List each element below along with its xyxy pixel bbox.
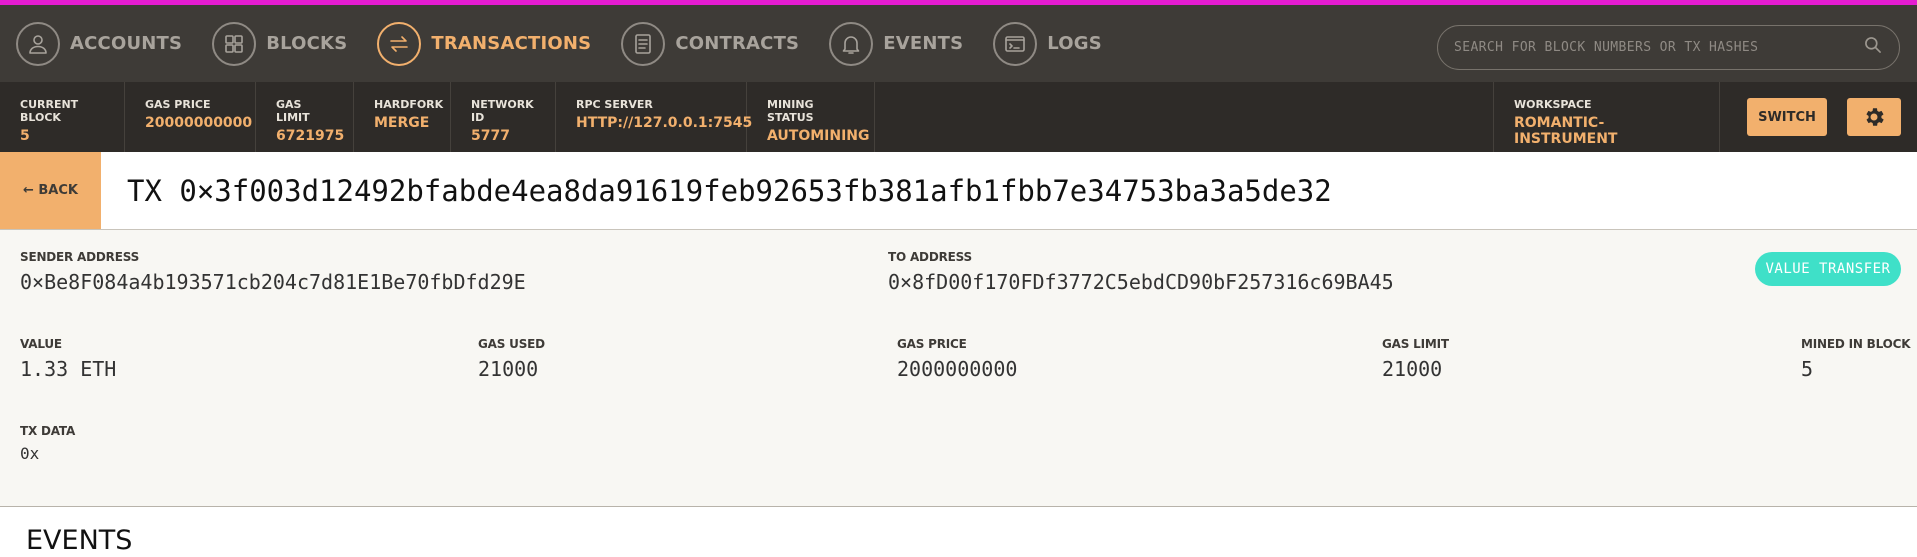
stat-network-id: NETWORK ID 5777 (451, 82, 556, 152)
blocks-icon (212, 21, 257, 66)
nav-transactions[interactable]: TRANSACTIONS (377, 5, 591, 82)
field-label: TX DATA (20, 424, 76, 438)
stat-rpc-server: RPC SERVER HTTP://127.0.0.1:7545 (556, 82, 753, 152)
stat-workspace: WORKSPACE ROMANTIC-INSTRUMENT (1493, 82, 1720, 152)
nav-blocks[interactable]: BLOCKS (212, 5, 347, 82)
stat-title: WORKSPACE (1514, 98, 1592, 111)
tx-data-field: TX DATA 0x (20, 424, 75, 463)
field-label: MINED IN BLOCK (1801, 337, 1911, 351)
stat-current-block: CURRENT BLOCK 5 (0, 82, 125, 152)
stat-gas-limit: GAS LIMIT 6721975 (256, 82, 354, 152)
settings-button[interactable] (1847, 98, 1901, 136)
stat-title: GAS LIMIT (276, 98, 310, 124)
sender-address[interactable]: 0×Be8F084a4b193571cb204c7d81E1Be70fbDfd2… (20, 270, 526, 294)
stat-title: NETWORK ID (471, 98, 534, 124)
nav-label: BLOCKS (266, 33, 348, 54)
nav-contracts[interactable]: CONTRACTS (621, 5, 799, 82)
stat-gas-price: GAS PRICE 20000000000 (125, 82, 256, 152)
transfer-arrows-icon (377, 21, 422, 66)
back-button[interactable]: ← BACK (0, 152, 101, 229)
nav-accounts[interactable]: ACCOUNTS (16, 5, 182, 82)
to-address[interactable]: 0×8fD00f170FDf3772C5ebdCD90bF257316c69BA… (888, 270, 1394, 294)
stat-title: RPC SERVER (576, 98, 653, 111)
nav-label: TRANSACTIONS (431, 33, 592, 54)
stat-value: ROMANTIC-INSTRUMENT (1514, 115, 1618, 147)
stat-value: AUTOMINING (767, 128, 870, 144)
nav-logs[interactable]: LOGS (993, 5, 1102, 82)
stat-title: GAS PRICE (145, 98, 211, 111)
stat-value: 20000000000 (145, 115, 253, 131)
field-value: 0x (20, 444, 40, 463)
search-box (1437, 25, 1900, 70)
gas-used-field: GAS USED 21000 (478, 337, 545, 381)
sender-address-field: SENDER ADDRESS 0×Be8F084a4b193571cb204c7… (20, 250, 526, 294)
status-bar: CURRENT BLOCK 5 GAS PRICE 20000000000 GA… (0, 82, 1917, 152)
stat-value: 5777 (471, 128, 510, 144)
value-field: VALUE 1.33 ETH (20, 337, 116, 381)
nav-events[interactable]: EVENTS (829, 5, 963, 82)
main-nav: ACCOUNTS BLOCKS TRANSACTIONS CONTRACTS E… (0, 5, 1917, 82)
field-value: 21000 (1382, 357, 1443, 381)
tx-type-badge: VALUE TRANSFER (1755, 252, 1901, 286)
nav-label: EVENTS (883, 33, 964, 54)
switch-workspace-button[interactable]: SWITCH (1747, 98, 1827, 136)
stat-title: MINING STATUS (767, 98, 814, 124)
document-icon (621, 21, 666, 66)
gear-icon (1866, 108, 1884, 126)
user-icon (16, 21, 60, 66)
events-heading: EVENTS (26, 525, 133, 556)
stat-hardfork: HARDFORK MERGE (354, 82, 451, 152)
stat-title: HARDFORK (374, 98, 444, 111)
field-value: 1.33 ETH (20, 357, 117, 381)
nav-label: ACCOUNTS (70, 33, 183, 54)
mined-block-link[interactable]: 5 (1801, 357, 1910, 381)
field-value: 2000000000 (897, 357, 1018, 381)
field-label: GAS LIMIT (1382, 337, 1449, 351)
tx-details: SENDER ADDRESS 0×Be8F084a4b193571cb204c7… (0, 230, 1917, 507)
events-section: EVENTS (0, 507, 1917, 557)
gas-limit-field: GAS LIMIT 21000 (1382, 337, 1449, 381)
stat-mining-status: MINING STATUS AUTOMINING (747, 82, 875, 152)
stat-value: 5 (20, 128, 30, 144)
nav-label: CONTRACTS (675, 33, 800, 54)
stat-value: 6721975 (276, 128, 345, 144)
stat-value: HTTP://127.0.0.1:7545 (576, 115, 753, 131)
search-icon[interactable] (1863, 35, 1883, 60)
stat-value: MERGE (374, 115, 430, 131)
page-title: TX 0×3f003d12492bfabde4ea8da91619feb9265… (127, 173, 1332, 208)
nav-label: LOGS (1047, 33, 1102, 54)
field-value: 21000 (478, 357, 539, 381)
field-label: VALUE (20, 337, 62, 351)
to-address-field: TO ADDRESS 0×8fD00f170FDf3772C5ebdCD90bF… (888, 250, 1394, 294)
field-label: GAS PRICE (897, 337, 967, 351)
field-label: TO ADDRESS (888, 250, 972, 264)
field-label: GAS USED (478, 337, 545, 351)
terminal-icon (993, 21, 1038, 66)
stat-title: CURRENT BLOCK (20, 98, 79, 124)
bell-icon (829, 21, 874, 66)
search-input[interactable] (1454, 40, 1863, 55)
field-label: SENDER ADDRESS (20, 250, 140, 264)
mined-in-block-field: MINED IN BLOCK 5 (1801, 337, 1911, 381)
gas-price-field: GAS PRICE 2000000000 (897, 337, 1017, 381)
tx-header: ← BACK TX 0×3f003d12492bfabde4ea8da91619… (0, 152, 1917, 230)
